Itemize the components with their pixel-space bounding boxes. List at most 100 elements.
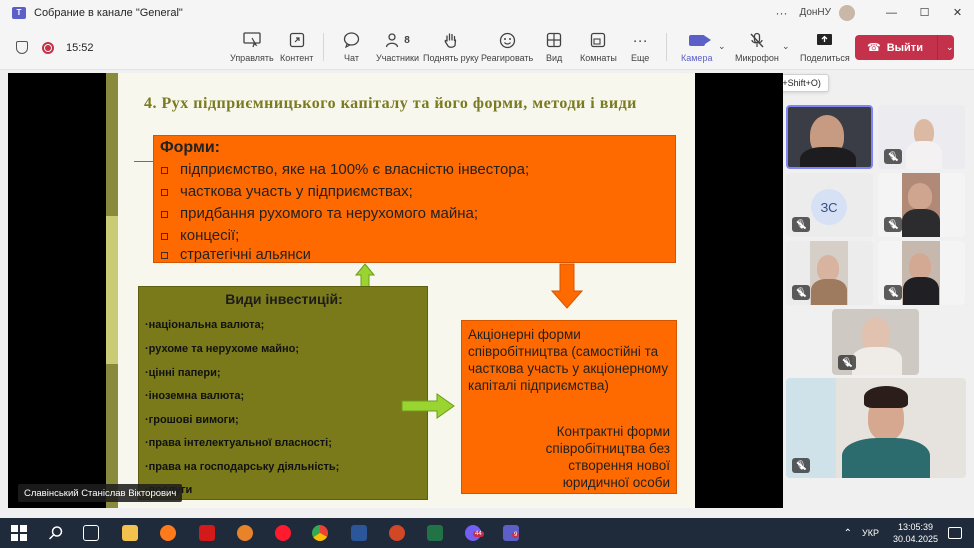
camera-button[interactable]: Камера (681, 29, 712, 63)
hand-icon (443, 29, 459, 51)
participant-tile[interactable]: 🎙 (786, 378, 966, 478)
share-control-button[interactable]: Управлять (230, 29, 274, 63)
mic-off-icon: 🎙 (792, 285, 810, 300)
mic-off-icon: 🎙 (884, 149, 902, 164)
window-title: Собрание в канале "General" (34, 6, 183, 19)
participant-tile[interactable]: 🎙 (878, 173, 965, 237)
system-tray: ⌃ УКР 13:05:39 30.04.2025 (844, 518, 974, 548)
mic-options-chevron-icon[interactable]: ⌄ (782, 41, 790, 52)
people-icon: 8 (385, 29, 410, 51)
mic-off-icon: 🎙 (838, 355, 856, 370)
list-item: стратегічні альянси (161, 247, 311, 263)
presentation-slide: 4. Рух підприємницького капіталу та його… (118, 73, 695, 508)
share-button[interactable]: Поделиться (800, 29, 850, 63)
opera-icon[interactable] (275, 525, 291, 541)
mic-off-icon: 🎙 (884, 217, 902, 232)
language-indicator[interactable]: УКР (862, 528, 879, 538)
bullet-icon (161, 252, 168, 259)
leave-options-chevron-icon[interactable]: ⌄ (946, 42, 954, 53)
more-options-icon[interactable]: ··· (775, 6, 787, 20)
arrow-right-icon (401, 393, 455, 419)
avatar: ЗС (811, 189, 847, 225)
arrow-down-icon (551, 263, 583, 309)
mic-off-icon: 🎙 (792, 217, 810, 232)
windows-start-icon[interactable] (11, 525, 27, 541)
list-item: концесії; (161, 227, 239, 244)
mic-off-icon: 🎙 (792, 458, 810, 473)
list-item: ·грошові вимоги; (145, 414, 239, 426)
org-name: ДонНУ (799, 7, 831, 18)
list-item: ·цінні папери; (145, 367, 221, 379)
search-icon[interactable] (48, 525, 64, 541)
notification-badge: 44 (473, 531, 484, 537)
list-item: ·національна валюта; (145, 319, 265, 331)
forms-title: Форми: (160, 139, 220, 156)
smiley-icon (499, 29, 516, 51)
chrome-icon[interactable] (312, 525, 328, 541)
bullet-icon (161, 166, 168, 174)
clock[interactable]: 13:05:39 30.04.2025 (893, 521, 938, 545)
content-icon (289, 29, 305, 51)
screen-control-icon (243, 29, 261, 51)
view-button[interactable]: Вид (546, 29, 562, 63)
raise-hand-button[interactable]: Поднять руку (423, 29, 479, 63)
teams-icon[interactable]: 9 (503, 525, 520, 541)
leave-button[interactable]: ☎ Выйти ⌄ (855, 35, 954, 60)
powerpoint-icon[interactable] (389, 525, 405, 541)
meeting-toolbar: 15:52 Управлять Контент Чат 8 Участники … (0, 25, 974, 70)
participant-tile[interactable] (786, 105, 873, 169)
participants-button[interactable]: 8 Участники (376, 29, 419, 63)
participants-count: 8 (404, 34, 410, 46)
slide-side-bar-accent (106, 216, 118, 364)
rooms-icon (590, 29, 606, 51)
divider (323, 33, 324, 61)
excel-icon[interactable] (427, 525, 443, 541)
meeting-timer: 15:52 (66, 41, 94, 54)
chat-icon (343, 29, 360, 51)
firefox-icon[interactable] (160, 525, 176, 541)
viber-icon[interactable]: 44 (465, 525, 484, 541)
share-screen-icon (816, 29, 833, 51)
teams-logo-icon: T (12, 6, 26, 19)
notification-badge: 9 (512, 532, 520, 538)
recording-icon (42, 41, 54, 54)
investment-types-box: Види інвестицій: ·національна валюта; ·р… (138, 286, 428, 500)
settings-app-icon[interactable] (237, 525, 253, 541)
chevron-up-icon[interactable]: ⌃ (844, 528, 852, 539)
contract-text: Контрактні форми співробітництва без ств… (545, 424, 670, 490)
participant-tile[interactable]: 🎙 (786, 241, 873, 305)
more-button[interactable]: ··· Еще (631, 29, 649, 64)
list-item: ·права інтелектуальної власності; (145, 437, 332, 449)
close-button[interactable]: ✕ (941, 6, 974, 19)
rooms-button[interactable]: Комнаты (580, 29, 617, 63)
task-view-icon[interactable] (83, 525, 99, 541)
joint-stock-text: Акціонерні форми співробітництва (самост… (468, 327, 669, 393)
list-item: ·іноземна валюта; (145, 390, 245, 402)
acrobat-icon[interactable] (199, 525, 215, 541)
react-button[interactable]: Реагировать (481, 29, 533, 63)
minimize-button[interactable]: — (875, 7, 908, 19)
word-icon[interactable] (351, 525, 367, 541)
mic-button[interactable]: Микрофон (735, 29, 779, 63)
chat-button[interactable]: Чат (343, 29, 360, 63)
camera-options-chevron-icon[interactable]: ⌄ (718, 41, 726, 52)
camera-icon (688, 29, 711, 51)
participant-tile[interactable]: 🎙 (878, 105, 965, 169)
mic-off-icon (749, 29, 765, 51)
bullet-icon (161, 232, 168, 240)
participant-tile[interactable]: 🎙 (832, 309, 919, 375)
file-explorer-icon[interactable] (122, 525, 138, 541)
list-item: ·рухоме та нерухоме майно; (145, 343, 299, 355)
windows-taskbar: 44 9 ⌃ УКР 13:05:39 30.04.2025 (0, 518, 974, 548)
maximize-button[interactable]: ☐ (908, 6, 941, 19)
list-item: часткова участь у підприємствах; (161, 183, 413, 200)
shield-icon (16, 41, 28, 54)
participant-tile[interactable]: 🎙 (878, 241, 965, 305)
participant-tile[interactable]: ЗС 🎙 (786, 173, 873, 237)
slide-title: 4. Рух підприємницького капіталу та його… (144, 95, 637, 112)
avatar[interactable] (839, 4, 855, 21)
content-button[interactable]: Контент (280, 29, 313, 63)
notification-icon[interactable] (948, 527, 962, 539)
investment-types-title: Види інвестицій: (225, 291, 343, 307)
list-item: придбання рухомого та нерухомого майна; (161, 205, 478, 222)
